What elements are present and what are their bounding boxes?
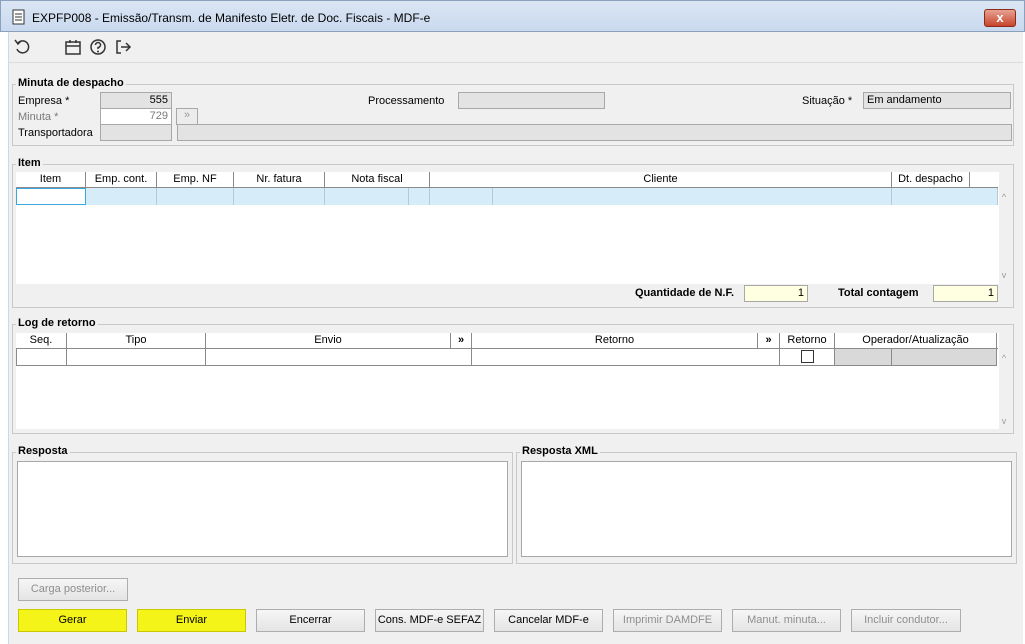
processamento-field[interactable] <box>458 92 605 109</box>
window-title: EXPFP008 - Emissão/Transm. de Manifesto … <box>32 11 431 25</box>
scroll-up-arrow[interactable]: ^ <box>999 192 1009 202</box>
item-col-header[interactable]: Nota fiscal <box>325 172 430 188</box>
resposta-xml-group-title: Resposta XML <box>520 445 600 457</box>
processamento-label: Processamento <box>368 95 445 107</box>
resposta-group-title: Resposta <box>16 445 70 457</box>
table-cell[interactable] <box>16 349 67 366</box>
encerrar-button[interactable]: Encerrar <box>256 609 365 632</box>
cons-mdfe-sefaz-button[interactable]: Cons. MDF-e SEFAZ <box>375 609 484 632</box>
minuta-lookup-button[interactable]: » <box>176 108 198 125</box>
item-group-title: Item <box>16 157 43 169</box>
enviar-button[interactable]: Enviar <box>137 609 246 632</box>
table-cell[interactable] <box>325 188 409 205</box>
situacao-label: Situação * <box>802 95 853 107</box>
transportadora-name-field[interactable] <box>177 124 1012 141</box>
table-cell[interactable] <box>430 188 493 205</box>
transportadora-code-field[interactable] <box>100 124 172 141</box>
empresa-label: Empresa * <box>18 95 70 107</box>
total-contagem-field[interactable]: 1 <box>933 285 998 302</box>
scroll-down-arrow[interactable]: v <box>999 416 1009 426</box>
table-cell[interactable] <box>67 349 206 366</box>
item-col-header[interactable]: Cliente <box>430 172 892 188</box>
incluir-condutor-button[interactable]: Incluir condutor... <box>851 609 961 632</box>
toolbar-separator <box>8 62 1023 63</box>
carga-posterior-button[interactable]: Carga posterior... <box>18 578 128 601</box>
table-cell[interactable] <box>206 349 472 366</box>
table-cell[interactable] <box>234 188 325 205</box>
calendar-icon[interactable] <box>63 37 83 57</box>
manut-minuta-button[interactable]: Manut. minuta... <box>732 609 841 632</box>
help-icon[interactable] <box>88 37 108 57</box>
cancelar-mdfe-button[interactable]: Cancelar MDF-e <box>494 609 603 632</box>
app-document-icon <box>12 9 26 25</box>
situacao-field[interactable]: Em andamento <box>863 92 1011 109</box>
resposta-xml-textbox[interactable] <box>521 461 1012 557</box>
refresh-icon[interactable] <box>13 37 33 57</box>
log-col-header[interactable]: Seq. <box>16 333 67 349</box>
table-cell[interactable] <box>409 188 430 205</box>
log-group-title: Log de retorno <box>16 317 98 329</box>
table-cell[interactable] <box>157 188 234 205</box>
table-cell[interactable] <box>472 349 780 366</box>
scroll-up-arrow[interactable]: ^ <box>999 353 1009 363</box>
imprimir-damdfe-button[interactable]: Imprimir DAMDFE <box>613 609 722 632</box>
table-cell[interactable] <box>835 349 892 366</box>
item-col-header[interactable]: Nr. fatura <box>234 172 325 188</box>
minuta-label: Minuta * <box>18 111 59 123</box>
log-col-header[interactable]: Envio <box>206 333 451 349</box>
item-col-header[interactable]: Emp. NF <box>157 172 234 188</box>
table-cell[interactable] <box>892 188 998 205</box>
log-col-header[interactable]: Retorno <box>780 333 835 349</box>
exit-icon[interactable] <box>113 37 133 57</box>
empresa-field[interactable]: 555 <box>100 92 172 109</box>
item-col-header[interactable]: Item <box>16 172 86 188</box>
close-button[interactable]: x <box>984 9 1016 27</box>
table-cell-item[interactable] <box>16 188 86 205</box>
qtd-nf-field[interactable]: 1 <box>744 285 808 302</box>
minuta-field[interactable]: 729 <box>100 108 172 125</box>
table-cell[interactable] <box>892 349 997 366</box>
retorno-checkbox[interactable] <box>801 350 814 363</box>
gerar-button[interactable]: Gerar <box>18 609 127 632</box>
log-col-header[interactable]: Retorno <box>472 333 758 349</box>
item-col-header[interactable]: Dt. despacho <box>892 172 970 188</box>
total-contagem-label: Total contagem <box>838 287 919 299</box>
expand-retorno-icon[interactable]: » <box>758 333 780 349</box>
minuta-group-title: Minuta de despacho <box>16 77 126 89</box>
scroll-down-arrow[interactable]: v <box>999 270 1009 280</box>
transportadora-label: Transportadora <box>18 127 93 139</box>
resposta-textbox[interactable] <box>17 461 508 557</box>
item-col-header[interactable]: Emp. cont. <box>86 172 157 188</box>
expand-envio-icon[interactable]: » <box>451 333 472 349</box>
table-cell[interactable] <box>493 188 892 205</box>
log-col-header[interactable]: Operador/Atualização <box>835 333 997 349</box>
table-cell[interactable] <box>86 188 157 205</box>
qtd-nf-label: Quantidade de N.F. <box>635 287 735 299</box>
log-col-header[interactable]: Tipo <box>67 333 206 349</box>
